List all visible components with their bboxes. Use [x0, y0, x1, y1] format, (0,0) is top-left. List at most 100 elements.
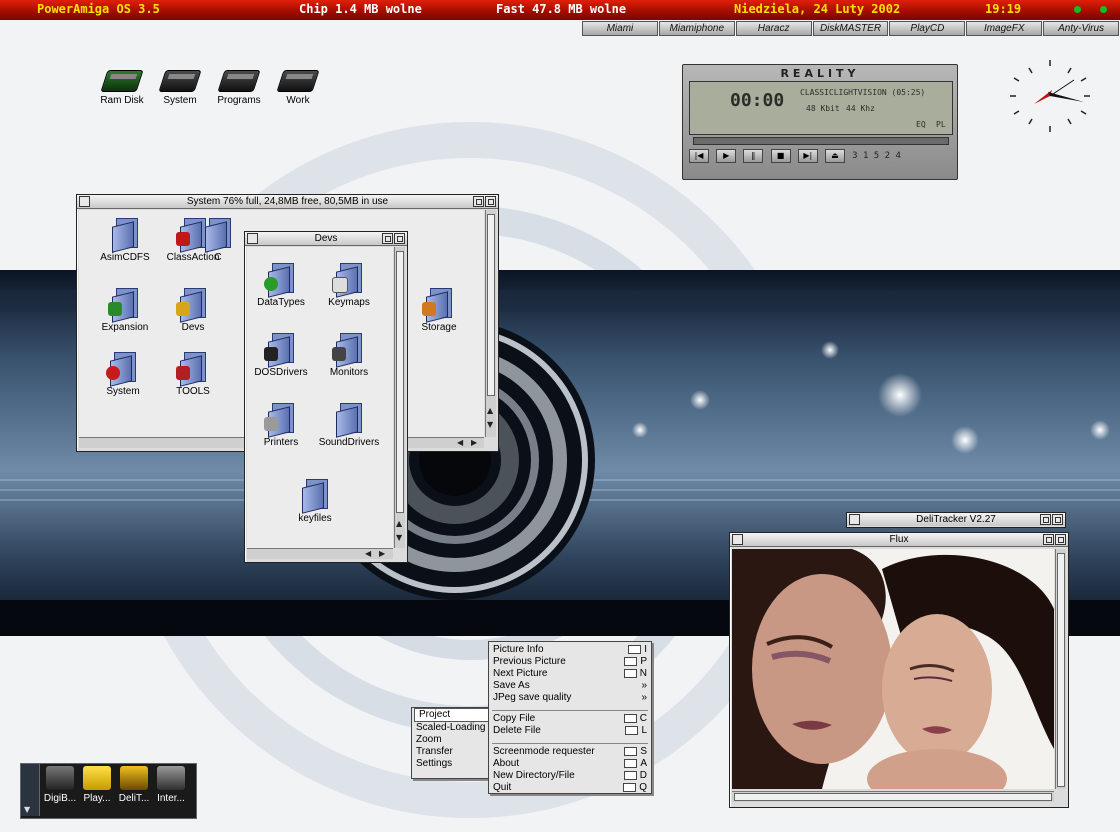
zoom-gadget-icon[interactable] — [1040, 514, 1051, 525]
window-title: Devs — [314, 233, 338, 244]
menu-separator — [492, 704, 648, 711]
zoom-gadget-icon[interactable] — [1043, 534, 1054, 545]
launcher-haracz[interactable]: Haracz — [735, 21, 812, 36]
stop-icon[interactable]: ■ — [770, 149, 791, 163]
depth-gadget-icon[interactable] — [1052, 514, 1063, 525]
menu-item-screenmode-requester[interactable]: Screenmode requester S — [489, 746, 651, 758]
next-track-icon[interactable]: ▶| — [797, 149, 818, 163]
menu-item-copy-file[interactable]: Copy File C — [489, 713, 651, 725]
dock-item-play[interactable]: Play... — [80, 766, 114, 804]
displayed-picture — [732, 549, 1054, 789]
launcher-miamiphone[interactable]: Miamiphone — [658, 21, 735, 36]
digibooster-icon — [46, 766, 74, 790]
menu-scaled-loading[interactable]: Scaled-Loading — [412, 722, 492, 734]
vertical-scrollbar[interactable]: ▲ ▼ — [485, 210, 496, 437]
menu-item-next-picture[interactable]: Next Picture N — [489, 668, 651, 680]
player-pl-label[interactable]: PL — [936, 120, 946, 129]
launcher-imagefx[interactable]: ImageFX — [966, 21, 1043, 36]
launcher-anty-virus[interactable]: Anty-Virus — [1043, 21, 1120, 36]
folder-monitors[interactable]: Monitors — [309, 333, 389, 378]
desktop-icon-ram-disk[interactable]: Ram Disk — [98, 70, 146, 106]
menu-shortcut: C — [639, 713, 647, 724]
play-icon[interactable]: ▶ — [716, 149, 737, 163]
dock-item-label: DeliT... — [118, 793, 150, 804]
folder-keymaps[interactable]: Keymaps — [309, 263, 389, 308]
zoom-gadget-icon[interactable] — [473, 196, 484, 207]
player-eq-label[interactable]: EQ — [916, 120, 926, 129]
menu-item-delete-file[interactable]: Delete File L — [489, 725, 651, 737]
zoom-gadget-icon[interactable] — [382, 233, 393, 244]
close-gadget-icon[interactable] — [79, 196, 90, 207]
desktop-icon-system[interactable]: System — [158, 70, 202, 106]
scroll-down-arrow-icon[interactable]: ▼ — [396, 533, 402, 542]
close-gadget-icon[interactable] — [247, 233, 258, 244]
menu-item-jpeg-save-quality[interactable]: JPeg save quality » — [489, 692, 651, 704]
menu-item-new-directory-file[interactable]: New Directory/File D — [489, 770, 651, 782]
launcher-miami[interactable]: Miami — [582, 21, 658, 36]
window-title-bar[interactable]: DeliTracker V2.27 — [847, 513, 1065, 526]
scroll-knob[interactable] — [487, 214, 495, 396]
desktop-icon-programs[interactable]: Programs — [212, 70, 266, 106]
depth-gadget-icon[interactable] — [394, 233, 405, 244]
horizontal-scrollbar[interactable]: ◀ ▶ — [247, 548, 393, 559]
dock-item-internet[interactable]: Inter... — [154, 766, 188, 804]
seek-bar[interactable] — [693, 137, 949, 145]
folder-keyfiles[interactable]: keyfiles — [275, 479, 355, 524]
close-gadget-icon[interactable] — [849, 514, 860, 525]
launcher-diskmaster[interactable]: DiskMASTER — [812, 21, 889, 36]
folder-storage[interactable]: Storage — [399, 288, 479, 333]
prev-track-icon[interactable]: |◀ — [689, 149, 709, 163]
pause-icon[interactable]: ‖ — [743, 149, 764, 163]
menu-strip: Project Scaled-Loading Zoom Transfer Set… — [411, 707, 493, 779]
scroll-up-arrow-icon[interactable]: ▲ — [396, 519, 402, 528]
folder-icon — [264, 333, 294, 368]
folder-tools[interactable]: TOOLS — [153, 352, 233, 397]
vertical-scrollbar[interactable]: ▲ ▼ — [394, 247, 405, 548]
folder-partial[interactable]: C — [203, 218, 233, 263]
menu-settings[interactable]: Settings — [412, 758, 492, 770]
icon-label: Monitors — [329, 367, 369, 378]
fast-memory-status: Fast 47.8 MB wolne — [496, 2, 627, 16]
menu-item-previous-picture[interactable]: Previous Picture P — [489, 656, 651, 668]
depth-gadget-icon[interactable] — [485, 196, 496, 207]
menu-item-save-as[interactable]: Save As » — [489, 680, 651, 692]
folder-icon — [112, 218, 138, 253]
menu-item-picture-info[interactable]: Picture Info I — [489, 644, 651, 656]
menu-item-about[interactable]: About A — [489, 758, 651, 770]
scroll-left-arrow-icon[interactable]: ◀ — [365, 549, 371, 558]
delitracker-window: DeliTracker V2.27 — [846, 512, 1066, 528]
dock-handle[interactable]: ▼ — [21, 764, 40, 816]
menu-item-quit[interactable]: Quit Q — [489, 782, 651, 794]
scroll-left-arrow-icon[interactable]: ◀ — [457, 438, 463, 447]
vertical-scrollbar[interactable] — [1055, 549, 1066, 789]
scroll-knob[interactable] — [734, 793, 1052, 801]
horizontal-scrollbar[interactable] — [732, 791, 1054, 802]
desktop-icon-work[interactable]: Work — [276, 70, 320, 106]
chip-memory-status: Chip 1.4 MB wolne — [299, 2, 422, 16]
scroll-down-arrow-icon[interactable]: ▼ — [487, 420, 493, 429]
menu-zoom[interactable]: Zoom — [412, 734, 492, 746]
scroll-right-arrow-icon[interactable]: ▶ — [471, 438, 477, 447]
window-title-bar[interactable]: System 76% full, 24,8MB free, 80,5MB in … — [77, 195, 498, 209]
launcher-playcd[interactable]: PlayCD — [889, 21, 966, 36]
scroll-knob[interactable] — [396, 251, 404, 513]
close-gadget-icon[interactable] — [732, 534, 743, 545]
scroll-up-arrow-icon[interactable]: ▲ — [487, 406, 493, 415]
hard-drive-icon — [158, 70, 202, 92]
folder-sounddrivers[interactable]: SoundDrivers — [309, 403, 389, 448]
analog-clock — [1010, 60, 1090, 132]
window-title-bar[interactable]: Devs — [245, 232, 407, 246]
date-display: Niedziela, 24 Luty 2002 — [734, 2, 901, 16]
dock-item-delitracker[interactable]: DeliT... — [117, 766, 151, 804]
menu-project[interactable]: Project — [414, 708, 490, 722]
chevron-down-icon[interactable]: ▼ — [24, 805, 30, 814]
folder-system[interactable]: System — [83, 352, 163, 397]
window-title-bar[interactable]: Flux — [730, 533, 1068, 547]
scroll-right-arrow-icon[interactable]: ▶ — [379, 549, 385, 558]
eject-icon[interactable]: ⏏ — [824, 149, 845, 163]
depth-gadget-icon[interactable] — [1055, 534, 1066, 545]
folder-devs[interactable]: Devs — [153, 288, 233, 333]
scroll-knob[interactable] — [1057, 553, 1065, 787]
menu-transfer[interactable]: Transfer — [412, 746, 492, 758]
dock-item-digibooster[interactable]: DigiB... — [43, 766, 77, 804]
